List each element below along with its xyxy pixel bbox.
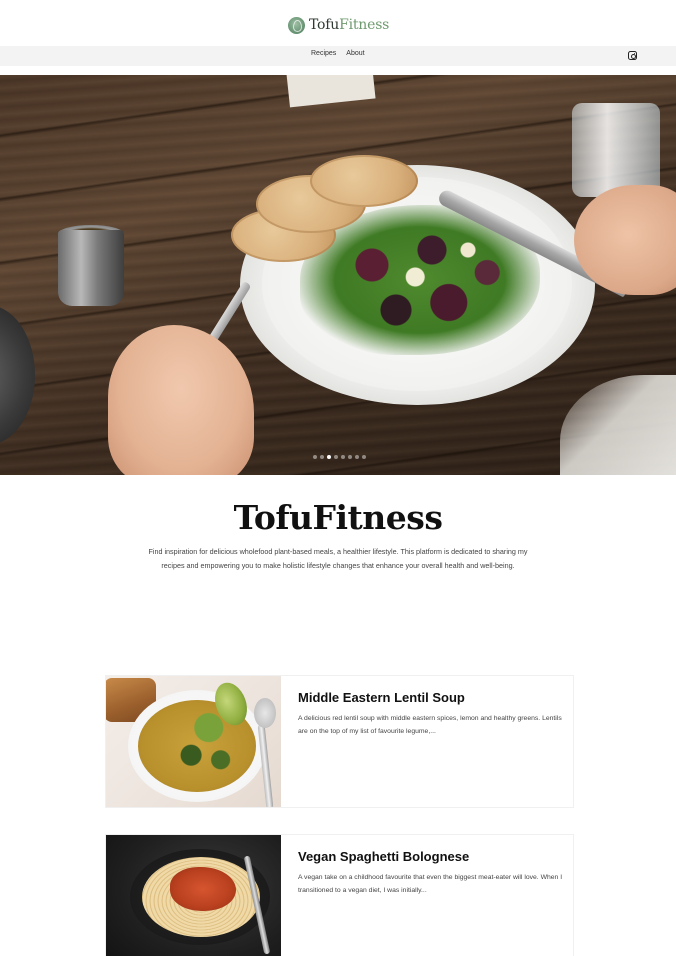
hero-side-bowl [0,305,35,445]
bolognese-sauce [170,867,236,911]
slider-dot-5[interactable] [341,455,345,459]
recipe-image-spaghetti-bolognese[interactable] [106,835,281,956]
nav-item-about[interactable]: About [346,50,364,57]
intro-description: Find inspiration for delicious wholefood… [148,547,528,570]
hero-cup [58,230,124,306]
soup-spoon [254,698,276,728]
logo-text-tofu: Tofu [309,17,340,33]
logo-leaf-icon [288,16,305,34]
site-header: TofuFitness [0,0,676,46]
slider-dot-2[interactable] [320,455,324,459]
nav-item-recipes[interactable]: Recipes [311,50,336,57]
slider-dot-4[interactable] [334,455,338,459]
main-nav: Recipes About [0,46,676,66]
hero-slideshow[interactable] [0,75,676,475]
slider-dot-7[interactable] [355,455,359,459]
hero-hand-left [108,325,254,475]
logo-text-fitness: Fitness [339,17,390,33]
hero-napkin [286,75,376,108]
slider-dots [313,455,366,459]
recipe-image-lentil-soup[interactable] [106,676,281,807]
page-title: TofuFitness [233,498,443,537]
site-logo[interactable]: TofuFitness [288,15,389,35]
nav-links: Recipes About [311,50,365,57]
recipe-card-spaghetti-bolognese[interactable]: Vegan Spaghetti Bolognese A vegan take o… [105,834,574,956]
instagram-icon[interactable] [628,51,637,60]
slider-dot-3[interactable] [327,455,331,459]
logo-text: TofuFitness [309,17,389,33]
hero-corner-cloth [560,375,676,475]
slider-dot-1[interactable] [313,455,317,459]
recipe-card-lentil-soup[interactable]: Middle Eastern Lentil Soup A delicious r… [105,675,574,808]
hero-water-glass [572,103,660,197]
recipe-title[interactable]: Vegan Spaghetti Bolognese [298,849,469,864]
slider-dot-8[interactable] [362,455,366,459]
hero-flatbread [310,155,418,207]
recipe-excerpt: A delicious red lentil soup with middle … [298,715,562,735]
recipe-title[interactable]: Middle Eastern Lentil Soup [298,690,465,705]
recipe-excerpt: A vegan take on a childhood favourite th… [298,874,563,894]
slider-dot-6[interactable] [348,455,352,459]
